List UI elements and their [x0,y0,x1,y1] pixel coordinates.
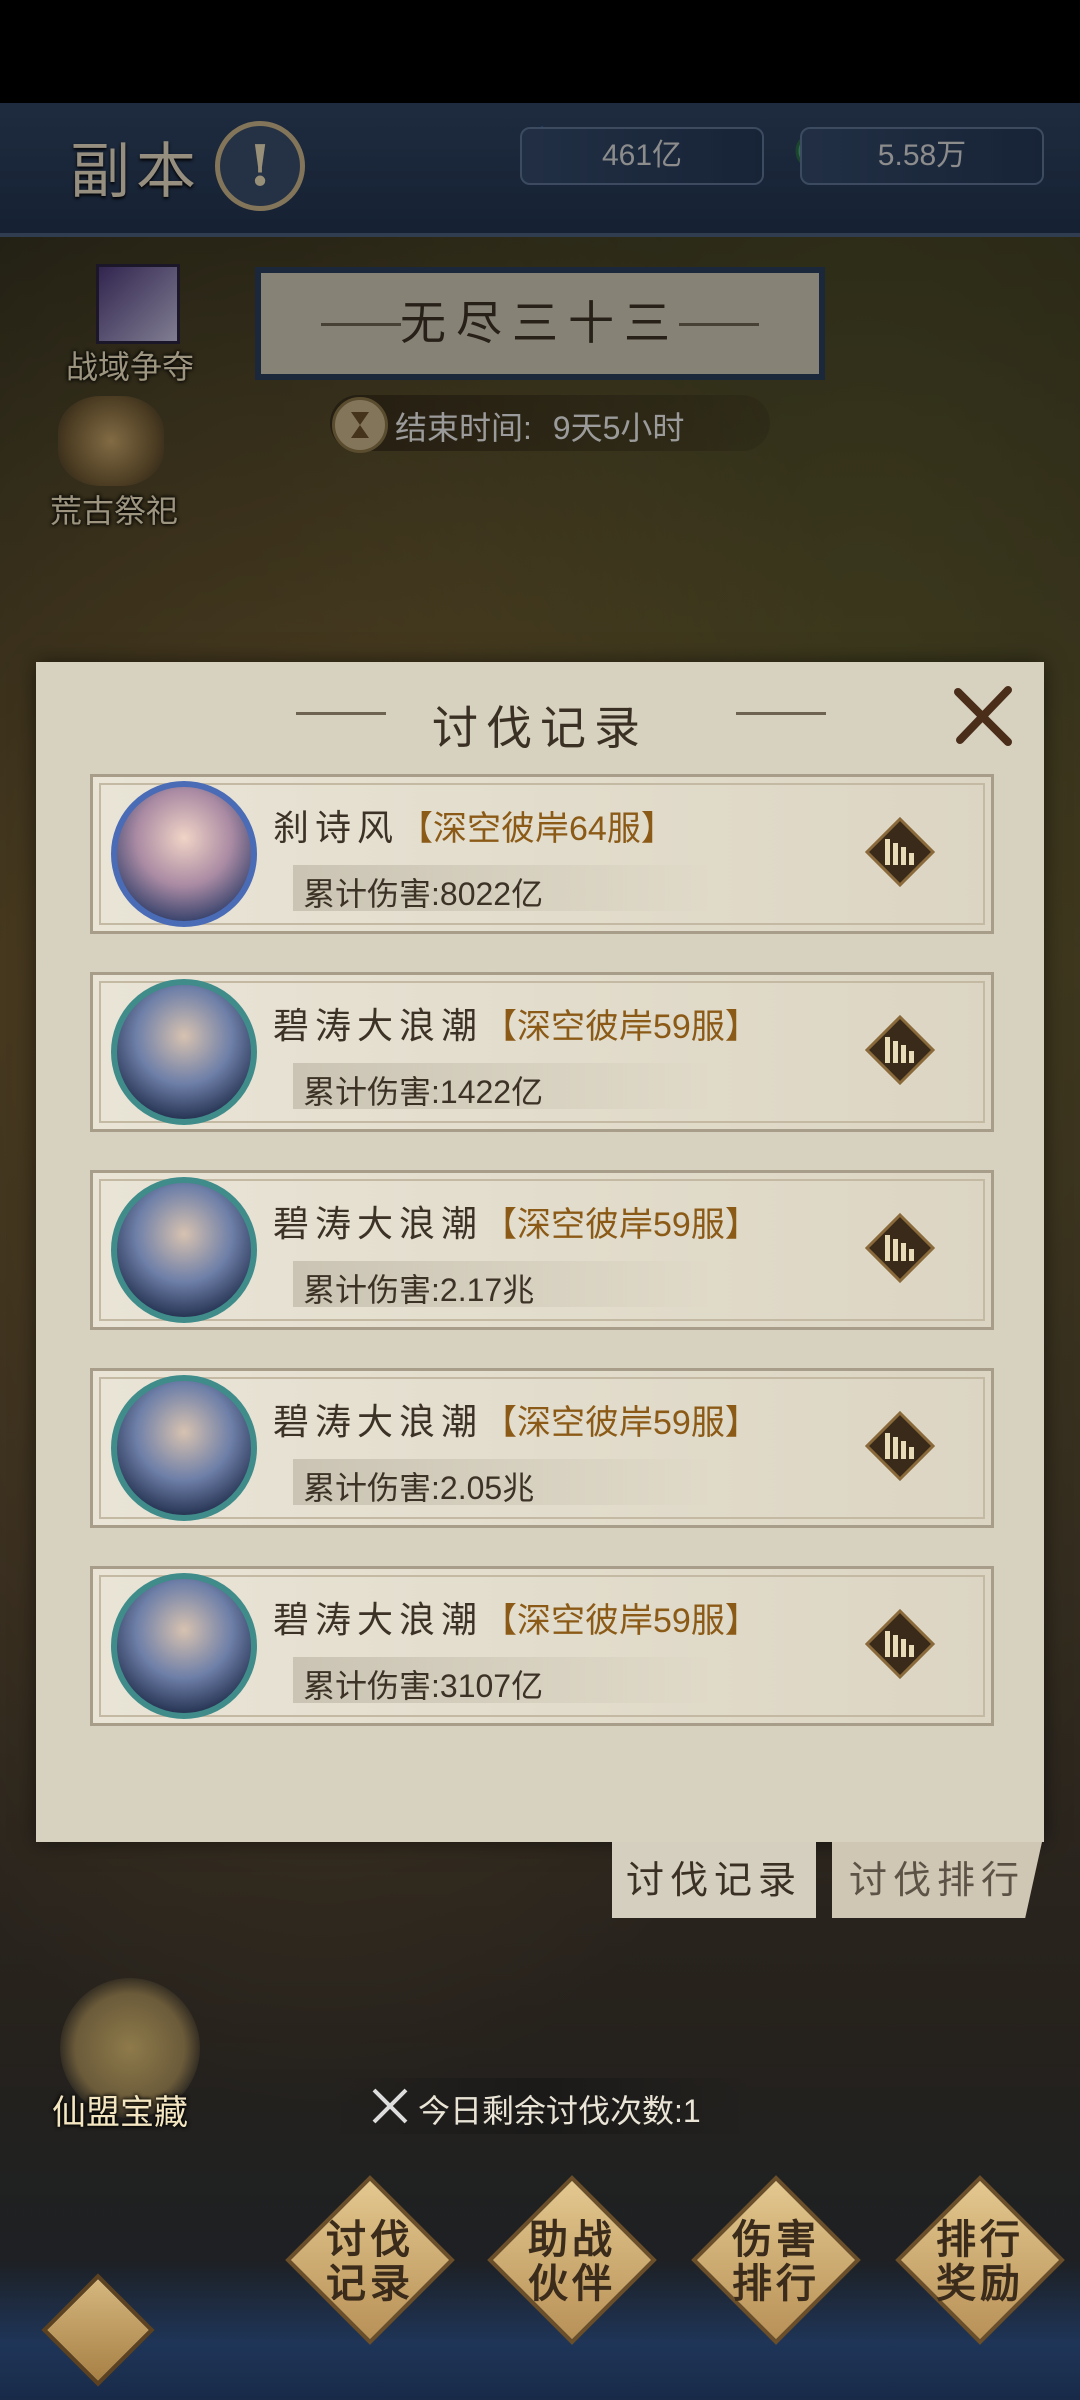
player-server: 【深空彼岸59服】 [483,1602,759,1640]
player-name-line: 刹诗风【深空彼岸64服】 [273,799,675,851]
record-row: 碧涛大浪潮【深空彼岸59服】累计伤害:1422亿 [90,972,994,1132]
damage-value: 8022亿 [439,876,544,912]
player-name: 刹诗风 [273,808,400,849]
player-name-line: 碧涛大浪潮【深空彼岸59服】 [273,1591,759,1643]
player-avatar[interactable] [111,979,257,1125]
modal-title: 讨伐记录 [432,701,648,755]
damage-chart-icon[interactable] [864,1212,936,1284]
player-name-line: 碧涛大浪潮【深空彼岸59服】 [273,997,759,1049]
record-row: 碧涛大浪潮【深空彼岸59服】累计伤害:2.05兆 [90,1368,994,1528]
damage-label: 累计伤害: [303,1668,440,1704]
player-avatar[interactable] [111,1177,257,1323]
damage-value: 2.17兆 [439,1272,535,1308]
damage-chart-icon[interactable] [864,1608,936,1680]
damage-value: 2.05兆 [439,1470,535,1506]
crossed-swords-icon [370,2086,410,2130]
record-row: 碧涛大浪潮【深空彼岸59服】累计伤害:2.17兆 [90,1170,994,1330]
attack-records-button-label: 讨伐 记录 [326,2216,414,2307]
player-avatar[interactable] [111,1375,257,1521]
player-name: 碧涛大浪潮 [273,1204,484,1245]
damage-label: 累计伤害: [303,1272,440,1308]
damage-ranking-button-label: 伤害 排行 [732,2216,820,2307]
damage-value: 1422亿 [439,1074,544,1110]
damage-line: 累计伤害:2.17兆 [303,1265,534,1311]
player-server: 【深空彼岸64服】 [399,810,675,848]
damage-chart-icon[interactable] [864,1014,936,1086]
player-name: 碧涛大浪潮 [273,1600,484,1641]
damage-label: 累计伤害: [303,1470,440,1506]
record-row: 碧涛大浪潮【深空彼岸59服】累计伤害:3107亿 [90,1566,994,1726]
damage-line: 累计伤害:3107亿 [303,1661,543,1707]
damage-line: 累计伤害:2.05兆 [303,1463,534,1509]
alliance-treasure-label: 仙盟宝藏 [52,2094,188,2132]
player-avatar[interactable] [111,1573,257,1719]
player-server: 【深空彼岸59服】 [483,1404,759,1442]
damage-chart-icon[interactable] [864,816,936,888]
player-server: 【深空彼岸59服】 [483,1206,759,1244]
player-name: 碧涛大浪潮 [273,1006,484,1047]
close-icon[interactable] [948,682,1018,752]
damage-line: 累计伤害:1422亿 [303,1067,543,1113]
player-name: 碧涛大浪潮 [273,1402,484,1443]
damage-chart-icon[interactable] [864,1410,936,1482]
attack-records-modal: 讨伐记录 刹诗风【深空彼岸64服】 累计伤害:8022亿 碧涛大浪潮【深空彼岸59服… [36,662,1044,1842]
damage-value: 3107亿 [439,1668,544,1704]
record-row: 刹诗风【深空彼岸64服】累计伤害:8022亿 [90,774,994,934]
assist-partner-button-label: 助战 伙伴 [528,2216,616,2307]
damage-label: 累计伤害: [303,876,440,912]
player-name-line: 碧涛大浪潮【深空彼岸59服】 [273,1195,759,1247]
title-ornament-right [736,712,826,715]
damage-label: 累计伤害: [303,1074,440,1110]
player-name-line: 碧涛大浪潮【深空彼岸59服】 [273,1393,759,1445]
tab-attack-records[interactable]: 讨伐记录 [612,1842,816,1918]
tab-attack-ranking[interactable]: 讨伐排行 [832,1842,1042,1918]
ranking-rewards-button-label: 排行 奖励 [936,2216,1024,2307]
remaining-attempts: 今日剩余讨伐次数:1 [418,2093,701,2129]
player-server: 【深空彼岸59服】 [483,1008,759,1046]
damage-line: 累计伤害:8022亿 [303,869,543,915]
player-avatar[interactable] [111,781,257,927]
